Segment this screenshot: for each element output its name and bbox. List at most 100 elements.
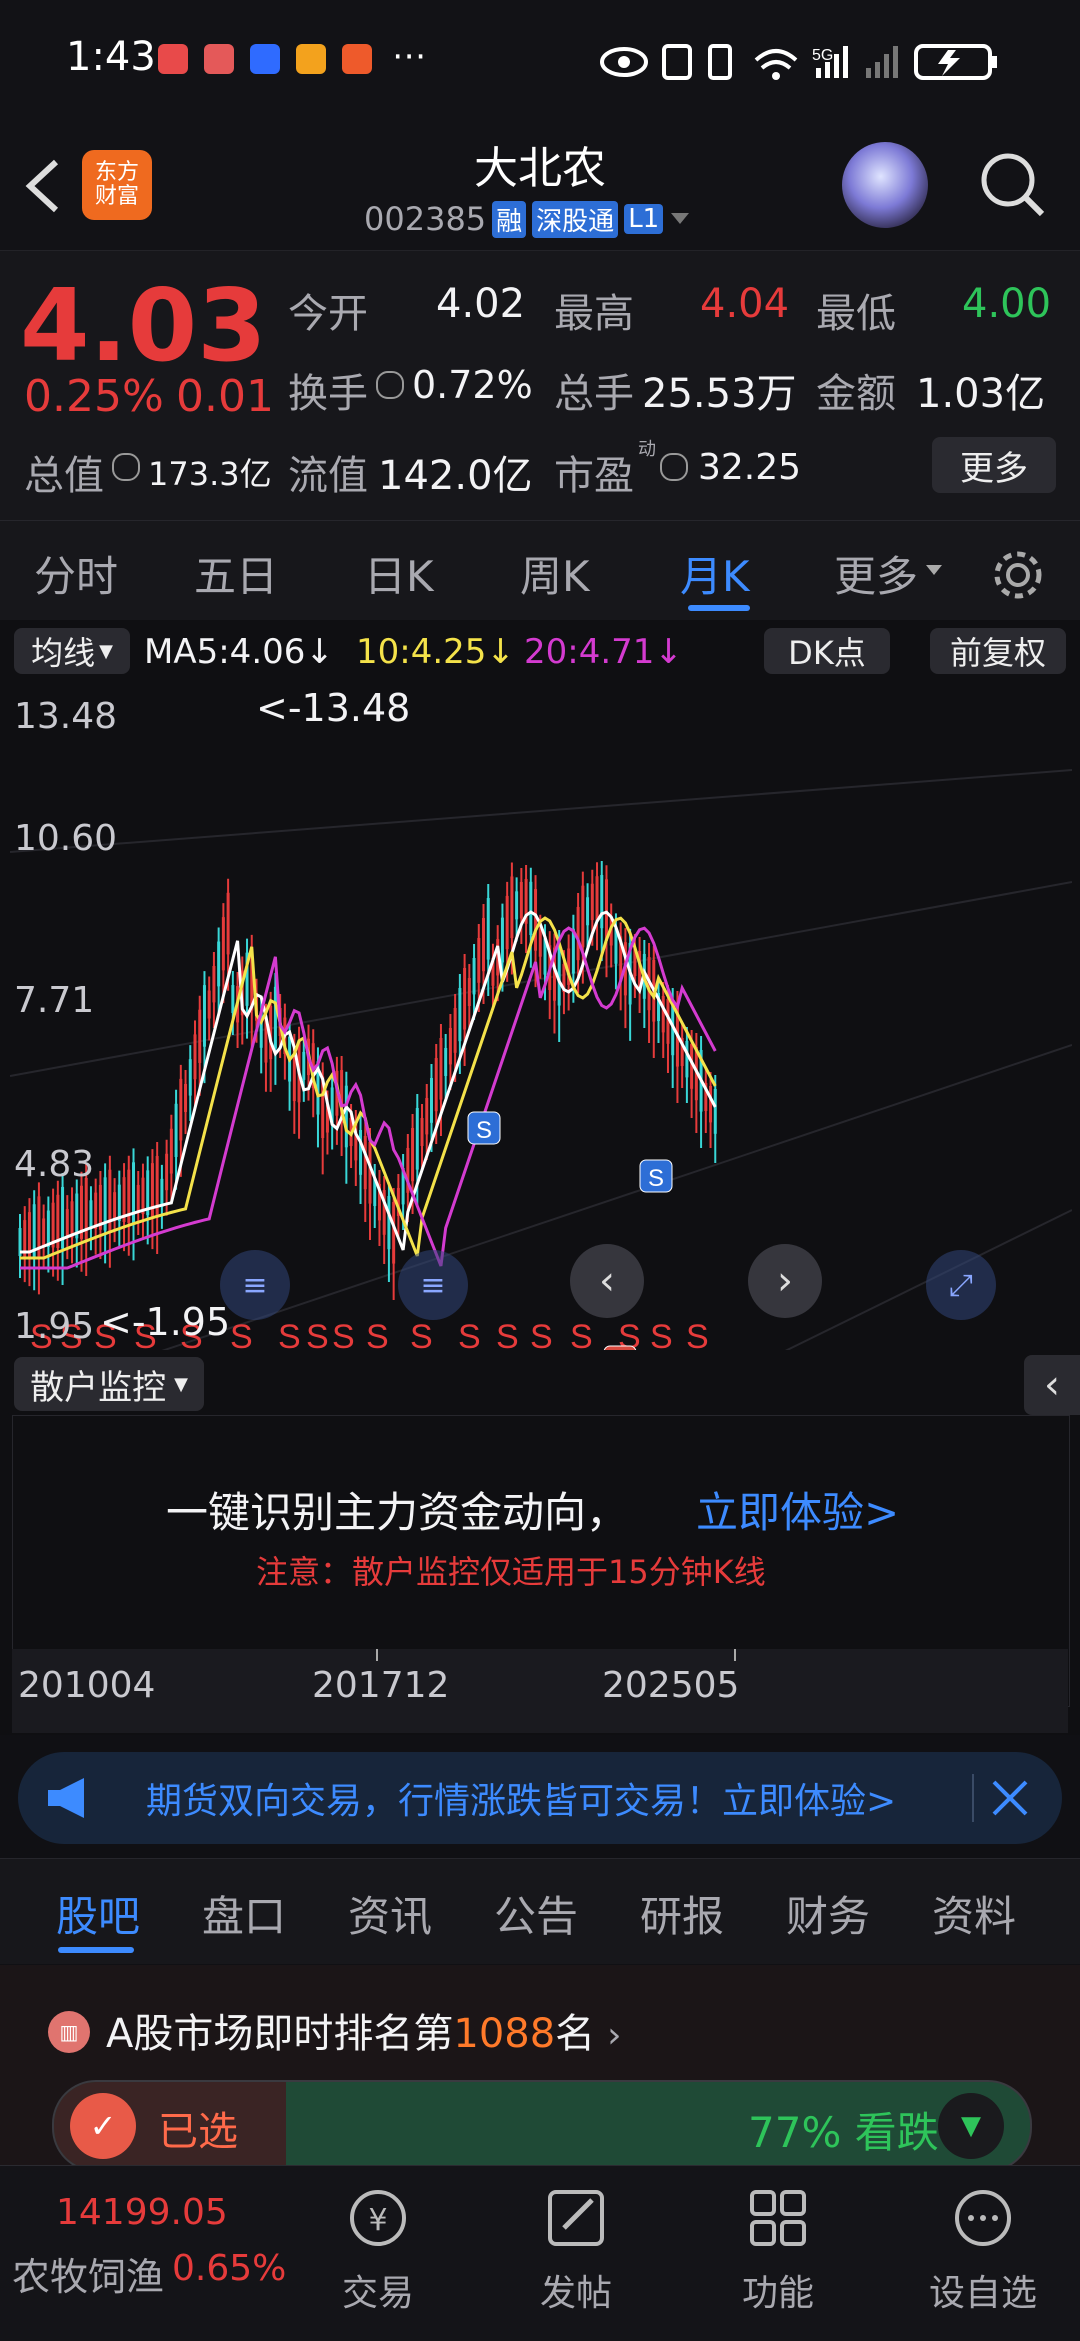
sell-signal-label: S: [648, 1165, 664, 1192]
info-icon[interactable]: [660, 453, 688, 481]
chevron-down-icon[interactable]: [669, 211, 691, 227]
monitor-message: 一键识别主力资金动向，: [166, 1488, 629, 1537]
chevron-left-icon[interactable]: ‹: [1024, 1355, 1080, 1415]
candle-body: [401, 1168, 405, 1205]
candle-body: [160, 1178, 164, 1207]
tab-more[interactable]: 更多: [834, 543, 918, 604]
function-nav-item[interactable]: 功能: [718, 2182, 838, 2332]
candle-body: [136, 1184, 140, 1213]
robot-assistant-icon[interactable]: [842, 142, 928, 228]
sector-name[interactable]: 农牧饲渔: [12, 2246, 164, 2301]
tab-financials[interactable]: 财务: [786, 1883, 870, 1944]
moving-average-line: [20, 916, 717, 1260]
open-value: 4.02: [436, 281, 526, 327]
tab-monthly-k[interactable]: 月K: [680, 543, 750, 604]
sector-index-value[interactable]: 14199.05: [56, 2192, 228, 2233]
candle-body: [146, 1170, 150, 1216]
candle-body: [448, 1028, 452, 1065]
kline-chart-layer: [10, 688, 1080, 968]
tab-announcements[interactable]: 公告: [494, 1883, 578, 1944]
ma-type-select[interactable]: 均线 ▼: [14, 628, 130, 674]
candle-body: [127, 1169, 131, 1223]
amount-label: 金额: [816, 371, 896, 417]
candle-body: [122, 1177, 126, 1222]
post-nav-item[interactable]: 发帖: [516, 2182, 636, 2332]
market-cap-label: 总值: [24, 453, 104, 499]
x-tick: 202505: [602, 1665, 740, 1706]
candle-body: [259, 1011, 263, 1048]
y-tick: 1.95: [14, 1306, 95, 1347]
trade-icon: ¥: [350, 2190, 406, 2246]
retail-monitor-panel: 散户监控 ▼ ‹ 一键识别主力资金动向， 立即体验> 注意：散户监控仅适用于15分…: [0, 1355, 1080, 1735]
candle-body: [330, 1087, 334, 1124]
candle-body: [349, 1118, 353, 1146]
retail-monitor-select[interactable]: 散户监控 ▼: [14, 1357, 204, 1411]
svg-text:5G: 5G: [812, 47, 833, 64]
candle-body: [79, 1185, 83, 1239]
candle-body: [202, 985, 206, 1047]
tab-daily-k[interactable]: 日K: [364, 543, 434, 604]
candle-body: [690, 1044, 694, 1089]
add-watchlist-nav-item[interactable]: 设自选: [918, 2182, 1048, 2332]
candle-body: [666, 999, 670, 1044]
svg-text:¥: ¥: [368, 2203, 387, 2238]
close-icon[interactable]: [986, 1774, 1034, 1822]
dk-point-button[interactable]: DK点: [764, 628, 890, 674]
candle-body: [680, 1038, 684, 1066]
tab-intraday[interactable]: 分时: [34, 543, 118, 604]
y-tick: 7.71: [14, 980, 95, 1021]
try-now-link[interactable]: 立即体验>: [696, 1479, 899, 1540]
sell-signal-label: S: [530, 1318, 553, 1350]
megaphone-icon: [48, 1778, 84, 1818]
huawei-notification-icon: [204, 44, 234, 74]
candle-body: [269, 1005, 273, 1060]
tab-guba[interactable]: 股吧: [56, 1883, 140, 1944]
gear-icon[interactable]: [990, 547, 1046, 603]
candle-body: [292, 1047, 296, 1102]
candle-body: [27, 1212, 31, 1257]
x-tick-mark: [734, 1649, 736, 1661]
info-icon[interactable]: [376, 371, 404, 399]
bearish-vote-icon[interactable]: ▼: [938, 2093, 1004, 2159]
volume-value: 25.53万: [642, 371, 797, 417]
candle-body: [434, 1058, 438, 1112]
trade-nav-item[interactable]: ¥ 交易: [318, 2182, 438, 2332]
adjust-button[interactable]: 前复权: [930, 628, 1066, 674]
candle-body: [23, 1220, 27, 1257]
candle-body: [42, 1218, 46, 1247]
chevron-down-icon: [926, 565, 942, 575]
tab-news[interactable]: 资讯: [348, 1883, 432, 1944]
active-tab-indicator: [688, 605, 750, 611]
more-button[interactable]: 更多: [932, 437, 1056, 493]
tab-weekly-k[interactable]: 周K: [520, 543, 590, 604]
tab-profile[interactable]: 资料: [932, 1883, 1016, 1944]
candle-body: [103, 1177, 107, 1231]
rank-text[interactable]: A股市场即时排名第 1088 名 ›: [106, 2001, 622, 2059]
candle-body: [207, 990, 211, 1019]
indicator-toggle-icon[interactable]: ≡: [398, 1250, 468, 1320]
candle-body: [70, 1201, 74, 1238]
tab-order-book[interactable]: 盘口: [202, 1883, 286, 1944]
amount-value: 1.03亿: [916, 371, 1046, 417]
volume-label: 总手: [554, 371, 634, 417]
sell-signal-marker: [467, 1111, 501, 1145]
tab-five-day[interactable]: 五日: [194, 543, 278, 604]
chevron-right-icon[interactable]: ›: [748, 1244, 822, 1318]
chevron-left-icon[interactable]: ‹: [570, 1244, 644, 1318]
sell-signal-label: S: [230, 1318, 253, 1350]
candle-body: [174, 1103, 178, 1157]
candle-body: [392, 1202, 396, 1264]
sell-signal-label: S: [686, 1318, 709, 1350]
candle-body: [278, 1008, 282, 1037]
tab-research[interactable]: 研报: [640, 1883, 724, 1944]
fullscreen-icon[interactable]: ⤢: [926, 1250, 996, 1320]
collapse-icon[interactable]: ≡: [220, 1250, 290, 1320]
info-icon[interactable]: [112, 453, 140, 481]
candle-body: [420, 1118, 424, 1146]
kline-chart-area: 均线 ▼ MA5:4.06↓ 10:4.25↓ 20:4.71↓ DK点 前复权 …: [0, 620, 1080, 1355]
ma-type-label: 均线: [31, 634, 96, 672]
x-tick-mark: [376, 1649, 378, 1661]
search-icon[interactable]: [976, 148, 1048, 220]
futures-promo-banner[interactable]: 期货双向交易，行情涨跌皆可交易！立即体验>: [18, 1752, 1062, 1844]
bottom-navigation: 14199.05 农牧饲渔 0.65% ¥ 交易 发帖 功能 设自选: [0, 2165, 1080, 2341]
